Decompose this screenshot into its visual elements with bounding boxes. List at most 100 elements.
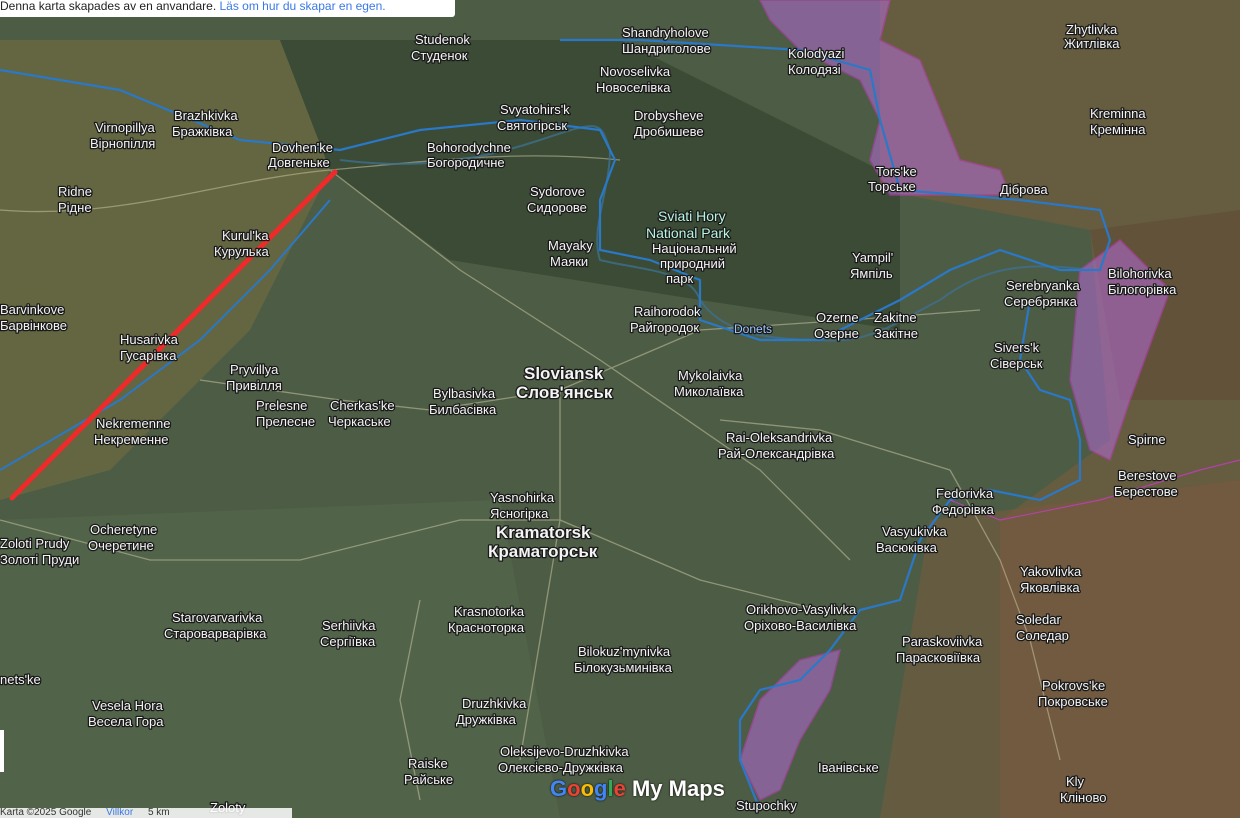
place-label: Cherkas'ke xyxy=(330,398,395,413)
place-label: Tors'ke xyxy=(876,164,917,179)
place-label: Zoloti Prudy xyxy=(0,536,70,551)
place-label: Бражківка xyxy=(172,124,233,139)
river-label: Donets xyxy=(734,322,772,336)
place-label: Сіверськ xyxy=(990,356,1043,371)
place-label: Федорівка xyxy=(932,502,995,517)
place-label: Студенок xyxy=(411,48,468,63)
place-label: Рай-Олександрівка xyxy=(718,446,835,461)
place-label: Серебрянка xyxy=(1004,294,1078,309)
park-label: Національний xyxy=(652,241,737,256)
scale-label: 5 km xyxy=(147,808,170,818)
place-label: Raihorodok xyxy=(634,304,701,319)
place-label: Sloviansk xyxy=(524,364,604,383)
place-label: Житлівка xyxy=(1064,36,1120,51)
place-label: Dovhen'ke xyxy=(272,140,333,155)
place-label: Serebryanka xyxy=(1006,278,1080,293)
map-canvas[interactable]: Studenok Студенок Shandryholove Шандриго… xyxy=(0,0,1240,818)
place-label: Ridne xyxy=(58,184,92,199)
place-label: Brazhkivka xyxy=(174,108,238,123)
place-label: Вірнопілля xyxy=(90,136,155,151)
place-label: Oleksijevo-Druzhkivka xyxy=(500,744,629,759)
place-label: Zhytlivka xyxy=(1066,22,1118,37)
place-label: Олексієво-Дружківка xyxy=(498,760,624,775)
place-label: Соледар xyxy=(1016,628,1069,643)
map-control-button[interactable] xyxy=(0,730,4,772)
place-label: Слов'янськ xyxy=(516,383,613,402)
place-label: Шандриголове xyxy=(622,41,711,56)
place-label: Торське xyxy=(868,179,916,194)
place-label: Білогорівка xyxy=(1108,282,1177,297)
place-label: Діброва xyxy=(1000,182,1048,197)
place-label: Іванівське xyxy=(818,760,879,775)
place-label: Райське xyxy=(404,772,453,787)
notice-text: Denna karta skapades av en anvandare. xyxy=(0,0,217,13)
place-label: Bohorodychne xyxy=(427,140,511,155)
place-label: Zakitne xyxy=(874,310,917,325)
place-label: Покровське xyxy=(1038,694,1108,709)
place-label: Berestove xyxy=(1118,468,1177,483)
place-label: Черкаське xyxy=(328,414,391,429)
place-label: Озерне xyxy=(814,326,859,341)
place-label: Золоті Пруди xyxy=(0,552,79,567)
place-label: Привілля xyxy=(226,378,282,393)
place-label: Sydorove xyxy=(530,184,585,199)
place-label: Кліново xyxy=(1060,790,1106,805)
place-label: Krasnotorka xyxy=(454,604,525,619)
place-label: Некременне xyxy=(94,432,169,447)
place-label: Весела Гора xyxy=(88,714,164,729)
place-label: Барвінкове xyxy=(0,318,67,333)
place-label: Pryvillya xyxy=(230,362,279,377)
place-label: Прелесне xyxy=(256,414,315,429)
place-label: Prelesne xyxy=(256,398,307,413)
place-label: Рідне xyxy=(58,200,92,215)
place-label: Оріхово-Василівка xyxy=(744,618,857,633)
place-label: Bylbasivka xyxy=(433,386,496,401)
copyright-text: Karta ©2025 Google xyxy=(0,808,92,818)
place-label: Kramatorsk xyxy=(496,523,591,542)
place-label: Дробишеве xyxy=(634,124,704,139)
place-label: Сергіївка xyxy=(320,634,376,649)
place-label: Богородичне xyxy=(427,155,505,170)
place-label: Bilokuz'mynivka xyxy=(578,644,671,659)
terms-link[interactable]: Villkor xyxy=(106,808,133,818)
place-label: Pokrovs'ke xyxy=(1042,678,1105,693)
place-label: Barvinkove xyxy=(0,302,64,317)
place-label: Orikhovo-Vasylivka xyxy=(746,602,857,617)
place-label: Колодязі xyxy=(788,62,841,77)
place-label: Гусарівка xyxy=(120,348,177,363)
place-label: Миколаївка xyxy=(674,384,744,399)
place-label: Studenok xyxy=(415,32,470,47)
park-label: природний xyxy=(660,256,725,271)
place-label: Svyatohirs'k xyxy=(500,102,570,117)
place-label: Yakovlivka xyxy=(1020,564,1082,579)
place-label: Vesela Hora xyxy=(92,698,164,713)
place-label: Kreminna xyxy=(1090,106,1146,121)
place-label: Красноторка xyxy=(448,620,525,635)
place-label: Kurul'ka xyxy=(222,228,269,243)
place-label: Shandryholove xyxy=(622,25,709,40)
place-label: Paraskoviivka xyxy=(902,634,983,649)
place-label: Васюківка xyxy=(876,540,938,555)
place-label: Новоселівка xyxy=(596,80,671,95)
place-label: Курулька xyxy=(214,244,270,259)
farmland-southwest xyxy=(0,500,560,818)
place-label: Ямпіль xyxy=(850,266,893,281)
place-label: Білокузьминівка xyxy=(574,660,673,675)
place-label: Райгородок xyxy=(630,320,699,335)
place-label: Берестове xyxy=(1114,484,1178,499)
place-label: Святогірськ xyxy=(497,118,567,133)
place-label: Vasyukivka xyxy=(882,524,948,539)
place-label: Yampil' xyxy=(852,250,893,265)
place-label: Дружківка xyxy=(456,712,517,727)
place-label: Virnopillya xyxy=(95,120,156,135)
google-my-maps-logo: Google My Maps xyxy=(550,776,725,801)
place-label: Yasnohirka xyxy=(490,490,555,505)
place-label: Билбасівка xyxy=(429,402,497,417)
place-label: Маяки xyxy=(550,254,588,269)
place-label: Mykolaivka xyxy=(678,368,743,383)
place-label: Rai-Oleksandrivka xyxy=(726,430,833,445)
place-label: Закітне xyxy=(874,326,918,341)
place-label: Kolodyazi xyxy=(788,46,844,61)
place-label: Парасковіївка xyxy=(896,650,981,665)
notice-link[interactable]: Läs om hur du skapar en egen. xyxy=(220,0,386,13)
